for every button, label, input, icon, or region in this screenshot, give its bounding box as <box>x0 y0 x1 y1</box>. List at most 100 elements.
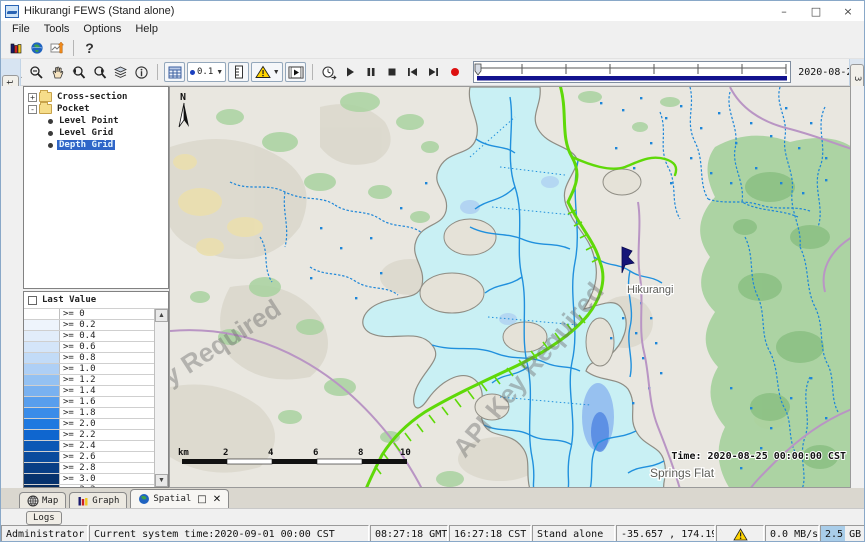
zoom-next-icon[interactable] <box>89 62 110 82</box>
legend-panel: Last Value >= 0>= 0.2>= 0.4>= 0.6>= 0.8>… <box>23 291 169 488</box>
tree-item-depth-grid[interactable]: Depth Grid <box>24 139 168 151</box>
minimize-button[interactable]: – <box>768 1 800 21</box>
legend-row: >= 3.2 <box>24 485 168 487</box>
status-warning[interactable] <box>716 525 764 542</box>
app-icon <box>5 5 19 18</box>
svg-text:N: N <box>180 92 186 103</box>
zoom-out-icon[interactable] <box>26 62 47 82</box>
info-icon[interactable] <box>131 62 152 82</box>
legend-row: >= 0.8 <box>24 353 168 364</box>
main-toolbar: ? <box>1 37 864 59</box>
legend-row: >= 1.8 <box>24 408 168 419</box>
svg-text:6: 6 <box>313 448 318 458</box>
tab-graph[interactable]: Graph <box>69 492 127 508</box>
legend-color-swatch <box>24 430 60 440</box>
pause-icon[interactable] <box>360 62 381 82</box>
tree-item-level-point[interactable]: Level Point <box>24 115 168 127</box>
svg-text:2: 2 <box>223 448 228 458</box>
profile-icon[interactable] <box>228 62 249 82</box>
set-time-icon[interactable] <box>318 62 339 82</box>
menu-file[interactable]: File <box>5 23 37 35</box>
svg-text:8: 8 <box>358 448 363 458</box>
map-view[interactable]: API Key Required API Key Required Hikura… <box>169 86 851 488</box>
time-slider-thumb <box>475 64 481 75</box>
scroll-down-icon[interactable]: ▼ <box>155 474 168 487</box>
label-hikurangi: Hikurangi <box>627 284 673 296</box>
menu-help[interactable]: Help <box>128 23 165 35</box>
maximize-button[interactable]: □ <box>800 1 832 21</box>
legend-color-swatch <box>24 364 60 374</box>
logs-row: Logs <box>1 508 865 525</box>
animation-player-icon[interactable] <box>285 62 306 82</box>
globe-icon <box>27 495 39 507</box>
tree-expander-icon[interactable]: + <box>28 93 37 102</box>
menu-options[interactable]: Options <box>76 23 128 35</box>
legend-color-swatch <box>24 353 60 363</box>
legend-color-swatch <box>24 397 60 407</box>
legend-row: >= 2.0 <box>24 419 168 430</box>
pan-icon[interactable] <box>47 62 68 82</box>
record-icon[interactable] <box>444 62 465 82</box>
legend-row: >= 1.2 <box>24 375 168 386</box>
warning-filter-icon[interactable]: ▼ <box>251 62 283 82</box>
spatial-display-icon[interactable] <box>47 38 68 58</box>
map-toolbar: 0.1 ▼ ▼ <box>1 59 864 86</box>
skip-to-end-icon[interactable] <box>423 62 444 82</box>
legend-color-swatch <box>24 342 60 352</box>
legend-row: >= 1.4 <box>24 386 168 397</box>
view-tab-bar: Map Graph Spatial □ ✕ <box>1 488 865 508</box>
tab-spatial[interactable]: Spatial □ ✕ <box>130 489 229 508</box>
scroll-up-icon[interactable]: ▲ <box>155 309 168 322</box>
legend-color-swatch <box>24 320 60 330</box>
logs-tab[interactable]: Logs <box>26 511 62 525</box>
legend-scrollbar[interactable]: ▲ ▼ <box>154 309 168 487</box>
legend-row: >= 2.2 <box>24 430 168 441</box>
warning-icon <box>733 528 748 541</box>
legend-row: >= 0.4 <box>24 331 168 342</box>
menu-bar: FileToolsOptionsHelp <box>1 21 864 37</box>
tree-item-pocket[interactable]: -Pocket <box>24 103 168 115</box>
legend-color-swatch <box>24 375 60 385</box>
tree-item-level-grid[interactable]: Level Grid <box>24 127 168 139</box>
legend-row: >= 2.8 <box>24 463 168 474</box>
tree-expander-icon[interactable]: - <box>28 105 37 114</box>
legend-color-swatch <box>24 408 60 418</box>
globe-icon[interactable] <box>26 38 47 58</box>
legend-color-swatch <box>24 452 60 462</box>
grid-display-icon[interactable] <box>164 62 185 82</box>
database-icon[interactable] <box>5 38 26 58</box>
legend-color-swatch <box>24 419 60 429</box>
filter-tree-panel: +Cross-section-PocketLevel PointLevel Gr… <box>23 86 169 289</box>
skip-to-start-icon[interactable] <box>402 62 423 82</box>
interval-dot-icon <box>190 70 195 75</box>
status-bar: Administrator Current system time:2020-0… <box>1 525 865 542</box>
tab-map[interactable]: Map <box>19 492 66 508</box>
zoom-previous-icon[interactable] <box>68 62 89 82</box>
node-bullet-icon <box>48 143 53 148</box>
tab-close-icon[interactable]: ✕ <box>213 494 221 505</box>
class-interval-combo[interactable]: 0.1 ▼ <box>187 62 226 82</box>
menu-tools[interactable]: Tools <box>37 23 77 35</box>
help-icon[interactable]: ? <box>79 38 100 58</box>
chevron-down-icon: ▼ <box>216 69 223 76</box>
status-gmt-time: 08:27:18 GMT <box>370 525 448 542</box>
legend-title: Last Value <box>42 295 96 305</box>
status-data-rate: 0.0 MB/s <box>765 525 819 542</box>
last-value-checkbox[interactable] <box>28 296 37 305</box>
time-slider[interactable] <box>473 61 791 83</box>
legend-row: >= 0.6 <box>24 342 168 353</box>
legend-color-swatch <box>24 309 60 319</box>
status-mode: Stand alone <box>532 525 615 542</box>
tab-maximize-icon[interactable]: □ <box>197 494 206 505</box>
play-icon[interactable] <box>339 62 360 82</box>
legend-color-swatch <box>24 485 60 487</box>
legend-row: >= 2.4 <box>24 441 168 452</box>
chevron-down-icon: ▼ <box>273 69 280 76</box>
layers-icon[interactable] <box>110 62 131 82</box>
svg-text:km: km <box>178 448 189 458</box>
close-button[interactable]: × <box>832 1 864 21</box>
legend-color-swatch <box>24 441 60 451</box>
label-springs-flat: Springs Flat <box>650 466 715 480</box>
stop-icon[interactable] <box>381 62 402 82</box>
svg-text:4: 4 <box>268 448 274 458</box>
